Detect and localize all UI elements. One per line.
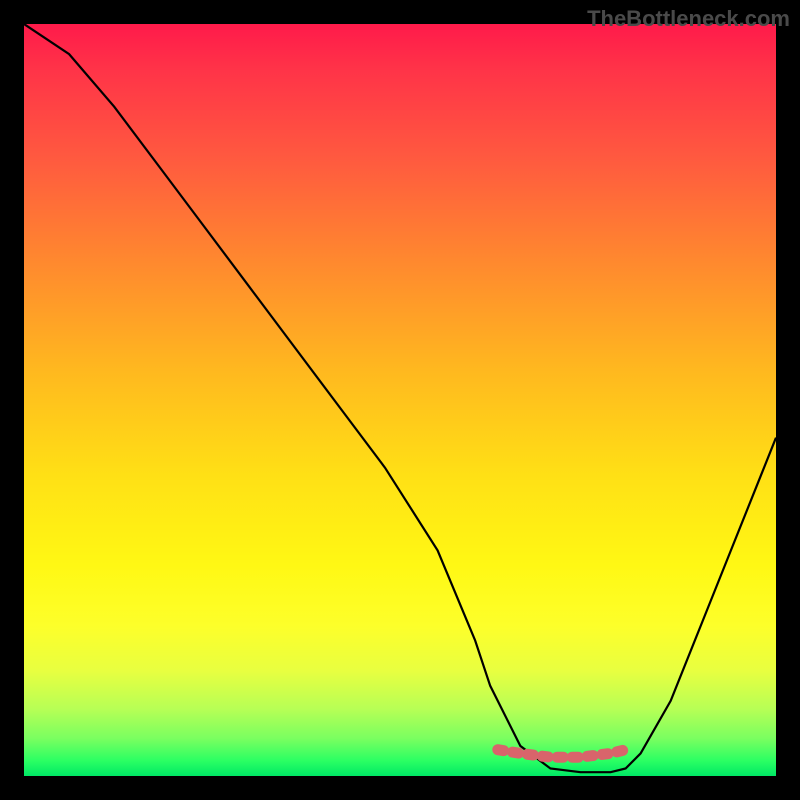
optimal-band-path: [498, 750, 626, 758]
watermark-text: TheBottleneck.com: [587, 6, 790, 32]
plot-area: [24, 24, 776, 776]
chart-svg: [24, 24, 776, 776]
bottleneck-curve-path: [24, 24, 776, 772]
